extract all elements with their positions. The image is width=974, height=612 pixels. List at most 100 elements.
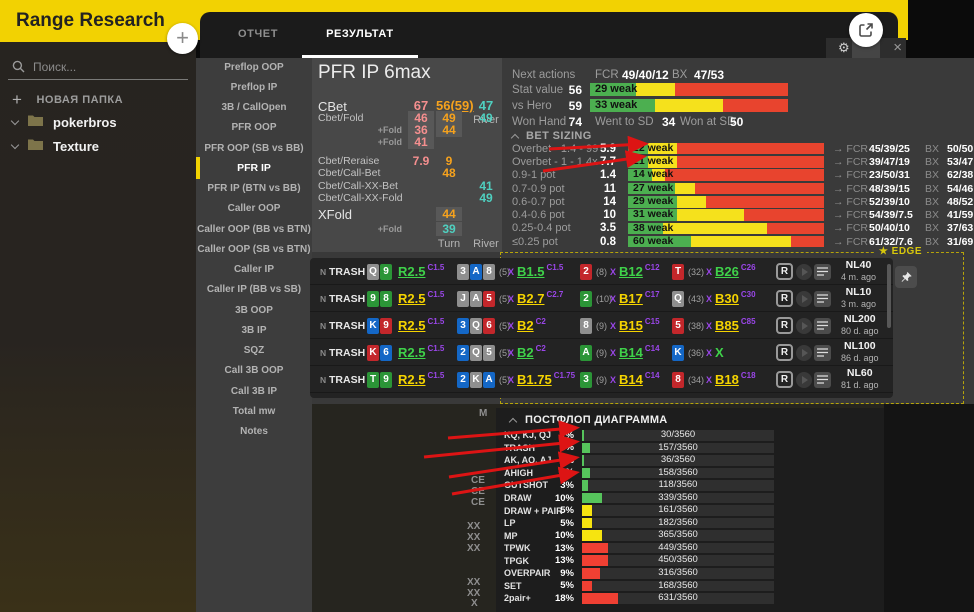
notes-button[interactable] — [814, 291, 831, 307]
hand-row-0[interactable]: NTRASHQ9R2.5C1.53A8(5)XB1.5C1.52(8)XB12C… — [310, 258, 893, 285]
action-link[interactable]: B85 — [715, 318, 739, 333]
play-icon — [802, 295, 808, 303]
diagram-row-tpgk[interactable]: TPGK13%450/3560 — [496, 554, 884, 567]
nav-item-3b-ip[interactable]: 3B IP — [196, 320, 312, 340]
replay-button[interactable]: R — [776, 290, 793, 307]
new-folder-button[interactable]: + НОВАЯ ПАПКА — [12, 90, 123, 110]
play-button[interactable] — [796, 291, 812, 307]
nav-item-pfr-oop[interactable]: PFR OOP — [196, 118, 312, 138]
action-link[interactable]: B1.5 — [517, 264, 544, 279]
play-icon — [802, 349, 808, 357]
replay-button[interactable]: R — [776, 371, 793, 388]
nav-item-pfr-oop-sb-vs-bb[interactable]: PFR OOP (SB vs BB) — [196, 138, 312, 158]
nav-item-caller-oop[interactable]: Caller OOP — [196, 199, 312, 219]
nav-item-pfr-ip[interactable]: PFR IP — [196, 158, 312, 178]
action-link[interactable]: B18 — [715, 372, 739, 387]
hand-row-4[interactable]: NTRASHT9R2.5C1.52KA(5)XB1.75C1.753(9)XB1… — [310, 366, 893, 393]
play-button[interactable] — [796, 372, 812, 388]
diagram-row-ahigh[interactable]: AHIGH4%158/3560 — [496, 467, 884, 480]
diagram-row-overpair[interactable]: OVERPAIR9%316/3560 — [496, 567, 884, 580]
replay-button[interactable]: R — [776, 263, 793, 280]
hand-row-2[interactable]: NTRASHK9R2.5C1.53Q6(5)XB2C28(9)XB15C155(… — [310, 312, 893, 339]
action-link[interactable]: B2.7 — [517, 291, 544, 306]
preflop-link[interactable]: R2.5 — [398, 264, 425, 279]
diagram-row-lp[interactable]: LP5%182/3560 — [496, 517, 884, 530]
close-icon[interactable]: × — [893, 38, 902, 58]
diagram-row-set[interactable]: SET5%168/3560 — [496, 580, 884, 593]
nav-item-preflop-oop[interactable]: Preflop OOP — [196, 57, 312, 77]
nav-item-caller-oop-sb-vs-btn[interactable]: Caller OOP (SB vs BTN) — [196, 239, 312, 259]
diagram-row-gutshot[interactable]: GUTSHOT3%118/3560 — [496, 479, 884, 492]
preflop-superscript: C1.5 — [427, 290, 444, 299]
action-link[interactable]: B17 — [619, 291, 643, 306]
add-button[interactable]: + — [167, 23, 198, 54]
nav-item-preflop-ip[interactable]: Preflop IP — [196, 77, 312, 97]
diagram-row-ak-aq-aj[interactable]: AK, AQ, AJ1%36/3560 — [496, 454, 884, 467]
diagram-row-tpwk[interactable]: TPWK13%449/3560 — [496, 542, 884, 555]
tab-результат[interactable]: РЕЗУЛЬТАТ — [302, 12, 418, 58]
diagram-row-mp[interactable]: MP10%365/3560 — [496, 529, 884, 542]
action-link[interactable]: B2 — [517, 345, 534, 360]
folder-item-pokerbros[interactable]: pokerbros — [0, 110, 196, 134]
tab-отчет[interactable]: ОТЧЕТ — [214, 12, 302, 58]
action-link[interactable]: B14 — [619, 372, 643, 387]
diagram-row-trash[interactable]: TRASH4%157/3560 — [496, 442, 884, 455]
nav-item-notes[interactable]: Notes — [196, 422, 312, 442]
pin-button[interactable] — [895, 266, 917, 288]
diagram-row-count: 631/3560 — [582, 593, 774, 604]
notes-button[interactable] — [814, 372, 831, 388]
preflop-link[interactable]: R2.5 — [398, 345, 425, 360]
diagram-row-percent: 10% — [550, 530, 574, 541]
replay-button[interactable]: R — [776, 317, 793, 334]
hand-row-3[interactable]: NTRASHK6R2.5C1.52Q5(5)XB2C2A(9)XB14C14K(… — [310, 339, 893, 366]
folder-item-texture[interactable]: Texture — [0, 134, 196, 158]
notes-button[interactable] — [814, 345, 831, 361]
scrollbar[interactable] — [887, 264, 891, 328]
action-link[interactable]: B26 — [715, 264, 739, 279]
nav-item-caller-ip[interactable]: Caller IP — [196, 260, 312, 280]
nav-item-call-3b-oop[interactable]: Call 3B OOP — [196, 361, 312, 381]
diagram-row-draw-pair[interactable]: DRAW + PAIR5%161/3560 — [496, 504, 884, 517]
settings-gear-icon[interactable]: ⚙ — [838, 40, 850, 56]
play-button[interactable] — [796, 345, 812, 361]
preflop-link[interactable]: R2.5 — [398, 372, 425, 387]
diagram-header[interactable]: ПОСТФЛОП ДИАГРАММА — [510, 414, 668, 426]
replay-button[interactable]: R — [776, 344, 793, 361]
strength-bar: 27 weak — [628, 183, 824, 195]
nav-item-3b-oop[interactable]: 3B OOP — [196, 300, 312, 320]
preflop-link[interactable]: R2.5 — [398, 318, 425, 333]
nav-item-call-3b-ip[interactable]: Call 3B IP — [196, 381, 312, 401]
nav-item-total-mw[interactable]: Total mw — [196, 401, 312, 421]
notes-button[interactable] — [814, 264, 831, 280]
bet-sizing-header[interactable]: BET SIZING — [512, 130, 592, 142]
diagram-row-label: TPWK — [496, 543, 550, 553]
edge-label: ★ EDGE — [874, 246, 927, 257]
nav-item-3b-callopen[interactable]: 3B / CallOpen — [196, 98, 312, 118]
action-link[interactable]: B1.75 — [517, 372, 552, 387]
action-link[interactable]: B12 — [619, 264, 643, 279]
nav-item-sqz[interactable]: SQZ — [196, 341, 312, 361]
open-external-button[interactable] — [849, 13, 883, 47]
nav-item-caller-ip-bb-vs-sb[interactable]: Caller IP (BB vs SB) — [196, 280, 312, 300]
preflop-link[interactable]: R2.5 — [398, 291, 425, 306]
play-button[interactable] — [796, 264, 812, 280]
nav-item-caller-oop-bb-vs-btn[interactable]: Caller OOP (BB vs BTN) — [196, 219, 312, 239]
action-link[interactable]: B2 — [517, 318, 534, 333]
nav-item-pfr-ip-btn-vs-bb[interactable]: PFR IP (BTN vs BB) — [196, 179, 312, 199]
diagram-row-2pair[interactable]: 2pair+18%631/3560 — [496, 592, 884, 605]
action-link[interactable]: B14 — [619, 345, 643, 360]
preflop-action: R2.5C1.5 — [398, 285, 444, 312]
action-link[interactable]: B30 — [715, 291, 739, 306]
notes-button[interactable] — [814, 318, 831, 334]
hand-row-1[interactable]: NTRASH98R2.5C1.5JA5(5)XB2.7C2.72(10)XB17… — [310, 285, 893, 312]
diagram-row-draw[interactable]: DRAW10%339/3560 — [496, 492, 884, 505]
action-link[interactable]: B15 — [619, 318, 643, 333]
street-action: XB18C18 — [706, 366, 756, 393]
search-input[interactable] — [33, 60, 173, 74]
card-Kd: K — [672, 345, 684, 361]
search-box[interactable] — [8, 54, 188, 80]
diagram-row-kq-kj-qj[interactable]: KQ, KJ, QJ1%30/3560 — [496, 429, 884, 442]
card-Qs: Q — [672, 291, 684, 307]
check-action[interactable]: X — [715, 345, 724, 360]
play-button[interactable] — [796, 318, 812, 334]
